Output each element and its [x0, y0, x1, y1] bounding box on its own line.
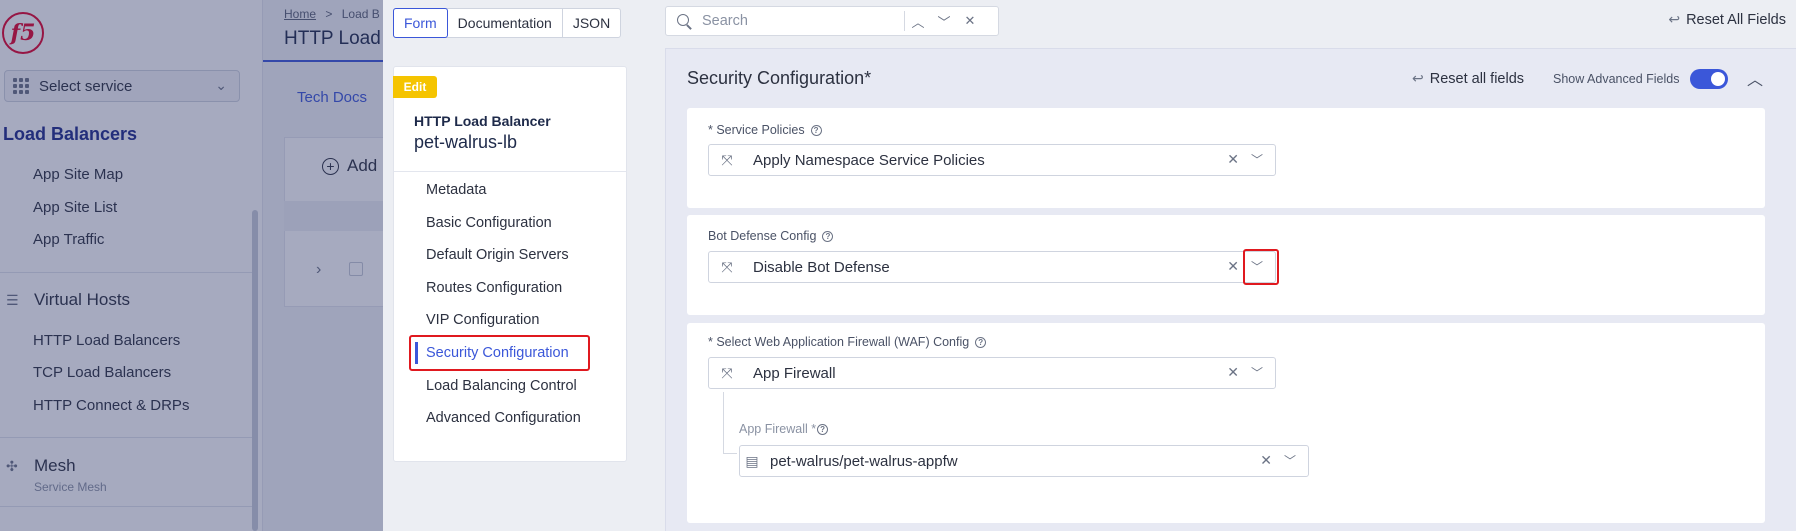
app-firewall-value: pet-walrus/pet-walrus-appfw — [770, 452, 958, 470]
choice-icon: ⤧ — [721, 258, 733, 275]
nav-item-load-balancing-control[interactable]: Load Balancing Control — [426, 378, 577, 394]
search-input[interactable] — [702, 13, 902, 29]
chevron-down-icon[interactable]: ﹀ — [1284, 452, 1296, 469]
reset-all-fields-label: Reset All Fields — [1686, 11, 1786, 28]
tree-connector — [723, 392, 724, 454]
tree-connector — [723, 453, 737, 454]
object-ref-icon: ▤ — [745, 452, 759, 469]
clear-icon[interactable]: ✕ — [1260, 452, 1272, 469]
waf-label-text: * Select Web Application Firewall (WAF) … — [708, 335, 970, 349]
nav-item-routes-configuration[interactable]: Routes Configuration — [426, 280, 562, 296]
app-firewall-label-text: App Firewall * — [739, 422, 817, 436]
undo-icon: ↩ — [1668, 11, 1681, 27]
object-name: pet-walrus-lb — [414, 132, 518, 152]
section-title: Security Configuration* — [687, 68, 872, 88]
choice-icon: ⤧ — [721, 364, 733, 381]
bot-defense-select[interactable]: ⤧ Disable Bot Defense ✕ ﹀ — [708, 251, 1276, 283]
nav-divider — [394, 171, 626, 172]
clear-icon[interactable]: ✕ — [1227, 151, 1239, 168]
help-icon[interactable]: ? — [810, 124, 822, 136]
modal-overlay[interactable] — [0, 0, 383, 531]
app-firewall-select[interactable]: ▤ pet-walrus/pet-walrus-appfw ✕ ﹀ — [739, 445, 1309, 477]
section-reset-label: Reset all fields — [1429, 70, 1525, 87]
reset-all-fields-button[interactable]: ↩ Reset All Fields — [1668, 11, 1786, 28]
waf-value: App Firewall — [753, 364, 836, 382]
show-advanced-label: Show Advanced Fields — [1553, 72, 1680, 86]
waf-label: * Select Web Application Firewall (WAF) … — [708, 335, 987, 349]
tab-json[interactable]: JSON — [563, 9, 620, 37]
tab-documentation[interactable]: Documentation — [448, 9, 563, 37]
show-advanced-toggle[interactable] — [1690, 69, 1728, 89]
search-bar: ︿ ﹀ ✕ — [665, 6, 999, 36]
service-policies-label-text: * Service Policies — [708, 123, 805, 137]
highlight-box-nav — [409, 335, 590, 371]
nav-item-basic-configuration[interactable]: Basic Configuration — [426, 215, 552, 231]
nav-item-advanced-configuration[interactable]: Advanced Configuration — [426, 410, 581, 426]
waf-card — [687, 323, 1765, 523]
nav-item-vip-configuration[interactable]: VIP Configuration — [426, 312, 539, 328]
service-policies-label: * Service Policies ? — [708, 123, 822, 137]
chevron-down-icon[interactable]: ﹀ — [1251, 151, 1263, 168]
chevron-down-icon[interactable]: ﹀ — [1251, 364, 1263, 381]
bot-defense-label: Bot Defense Config ? — [708, 229, 834, 243]
choice-icon: ⤧ — [721, 151, 733, 168]
search-clear-button[interactable]: ✕ — [957, 13, 983, 29]
section-reset-button[interactable]: ↩ Reset all fields — [1412, 70, 1524, 87]
app-firewall-label: App Firewall * ? — [739, 422, 829, 436]
bot-defense-label-text: Bot Defense Config — [708, 229, 817, 243]
edit-badge: Edit — [393, 76, 437, 98]
search-prev-button[interactable]: ︿ — [905, 12, 931, 31]
service-policies-select[interactable]: ⤧ Apply Namespace Service Policies ✕ ﹀ — [708, 144, 1276, 176]
nav-item-default-origin-servers[interactable]: Default Origin Servers — [426, 247, 569, 263]
highlight-box-dropdown — [1243, 249, 1279, 285]
help-icon[interactable]: ? — [822, 230, 834, 242]
object-type: HTTP Load Balancer — [414, 113, 551, 129]
service-policies-value: Apply Namespace Service Policies — [753, 151, 985, 169]
undo-icon: ↩ — [1412, 70, 1424, 86]
nav-item-metadata[interactable]: Metadata — [426, 182, 486, 198]
bot-defense-value: Disable Bot Defense — [753, 258, 890, 276]
clear-icon[interactable]: ✕ — [1227, 364, 1239, 381]
waf-select[interactable]: ⤧ App Firewall ✕ ﹀ — [708, 357, 1276, 389]
tab-form[interactable]: Form — [393, 8, 448, 38]
help-icon[interactable]: ? — [817, 423, 829, 435]
help-icon[interactable]: ? — [975, 336, 987, 348]
collapse-section-icon[interactable]: ︿ — [1747, 66, 1763, 90]
view-mode-tabs: Form Documentation JSON — [393, 8, 622, 38]
search-icon — [676, 13, 692, 29]
clear-icon[interactable]: ✕ — [1227, 258, 1239, 275]
search-next-button[interactable]: ﹀ — [931, 12, 957, 31]
